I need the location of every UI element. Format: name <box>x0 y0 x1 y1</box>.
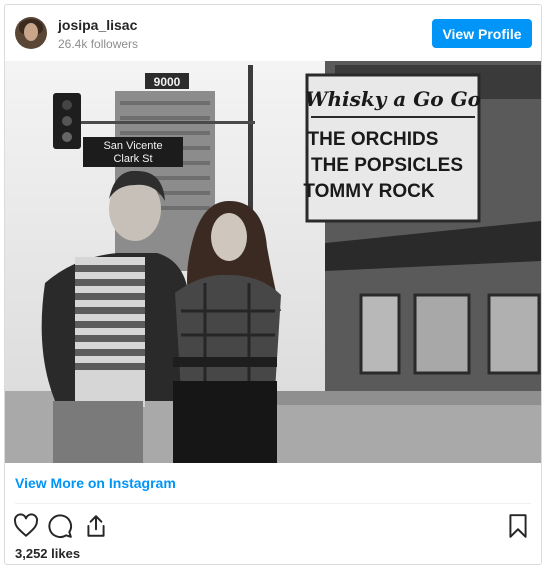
view-more-on-instagram-link[interactable]: View More on Instagram <box>15 475 176 491</box>
marquee-line2: THE POPSICLES <box>311 155 463 176</box>
comment-icon[interactable] <box>47 513 73 539</box>
building-number-sign: 9000 <box>154 75 181 89</box>
follower-count: 26.4k followers <box>58 37 139 51</box>
divider <box>15 503 531 504</box>
heart-icon[interactable] <box>13 513 39 539</box>
marquee-line3: TOMMY ROCK <box>303 181 435 202</box>
username[interactable]: josipa_lisac <box>58 17 137 33</box>
action-bar <box>5 511 541 543</box>
marquee-line1: THE ORCHIDS <box>308 129 439 150</box>
street-sign-line2: Clark St <box>113 153 152 165</box>
avatar[interactable] <box>15 17 47 49</box>
street-sign-line1: San Vicente <box>103 140 162 152</box>
like-count: 3,252 likes <box>15 546 81 561</box>
post-photo[interactable]: 9000 San Vicente Clark St Whisky a Go Go… <box>5 61 541 463</box>
instagram-embed-card: josipa_lisac 26.4k followers View Profil… <box>4 4 542 565</box>
post-photo-image: 9000 San Vicente Clark St Whisky a Go Go… <box>5 61 541 463</box>
bookmark-icon[interactable] <box>505 513 531 539</box>
marquee-title: Whisky a Go Go <box>305 87 481 111</box>
share-icon[interactable] <box>83 513 109 539</box>
post-header: josipa_lisac 26.4k followers View Profil… <box>5 5 541 61</box>
view-profile-button[interactable]: View Profile <box>432 19 532 48</box>
